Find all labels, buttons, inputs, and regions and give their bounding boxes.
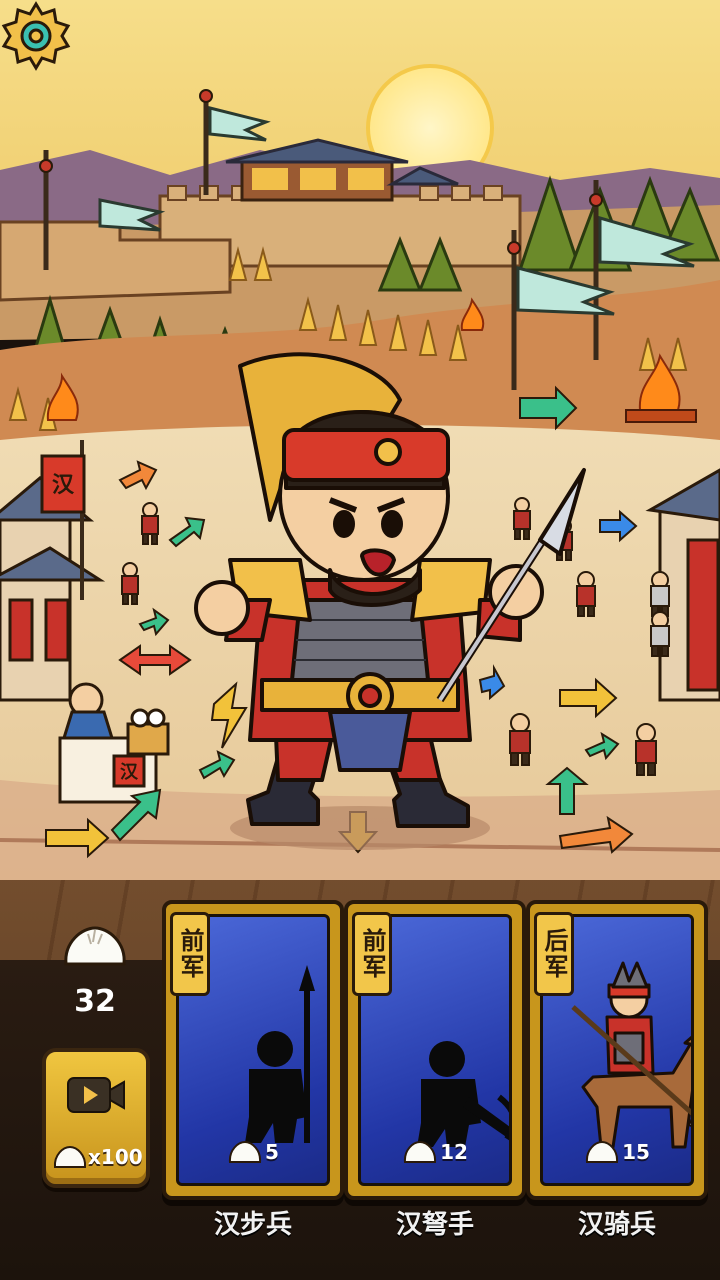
steamed-bun-icon: [53, 1145, 87, 1168]
crossbowman-silhouette: [417, 1041, 509, 1147]
gear-icon[interactable]: [0, 0, 72, 72]
unit-card-crossbowman[interactable]: 12 前军: [344, 900, 526, 1200]
card-cost: 12: [361, 1135, 509, 1169]
unit-card-infantry[interactable]: 5 前军: [162, 900, 344, 1200]
card-position-tag: 前军: [352, 912, 392, 996]
bun-resource-counter: 32: [40, 920, 150, 1019]
video-cost: x100: [52, 1140, 144, 1174]
watch-video-button[interactable]: x100: [42, 1048, 150, 1188]
card-cost-value: 5: [265, 1140, 279, 1164]
card-position-tag: 前军: [170, 912, 210, 996]
cavalry-unit: [571, 961, 691, 1149]
steamed-bun-icon: [404, 1140, 437, 1163]
card-cost-value: 12: [440, 1140, 468, 1164]
box-seal-char: 汉: [120, 762, 139, 783]
game-screen: 汉 汉 32 x100 5 前军 汉步兵 12 前军 汉弩手 15 后军 汉骑兵: [0, 0, 720, 1280]
infantry-silhouette: [245, 965, 315, 1143]
video-cost-text: x100: [88, 1145, 143, 1169]
video-camera-icon: [67, 1077, 125, 1113]
steamed-bun-icon: [586, 1140, 619, 1163]
bun-count: 32: [74, 984, 116, 1019]
unit-name-crossbowman: 汉弩手: [395, 1210, 474, 1240]
unit-name-infantry: 汉步兵: [213, 1210, 292, 1240]
card-cost: 5: [179, 1135, 327, 1169]
steamed-bun-icon: [64, 926, 126, 966]
card-cost: 15: [543, 1135, 691, 1169]
unit-name-cavalry: 汉骑兵: [577, 1210, 656, 1240]
battlefield-illustration: 汉 汉: [0, 0, 720, 880]
banner-char: 汉: [52, 472, 75, 498]
card-position-tag: 后军: [534, 912, 574, 996]
battlefield-scene: 汉 汉: [0, 0, 720, 900]
card-cost-value: 15: [622, 1140, 650, 1164]
unit-card-cavalry[interactable]: 15 后军: [526, 900, 708, 1200]
steamed-bun-icon: [229, 1140, 262, 1163]
